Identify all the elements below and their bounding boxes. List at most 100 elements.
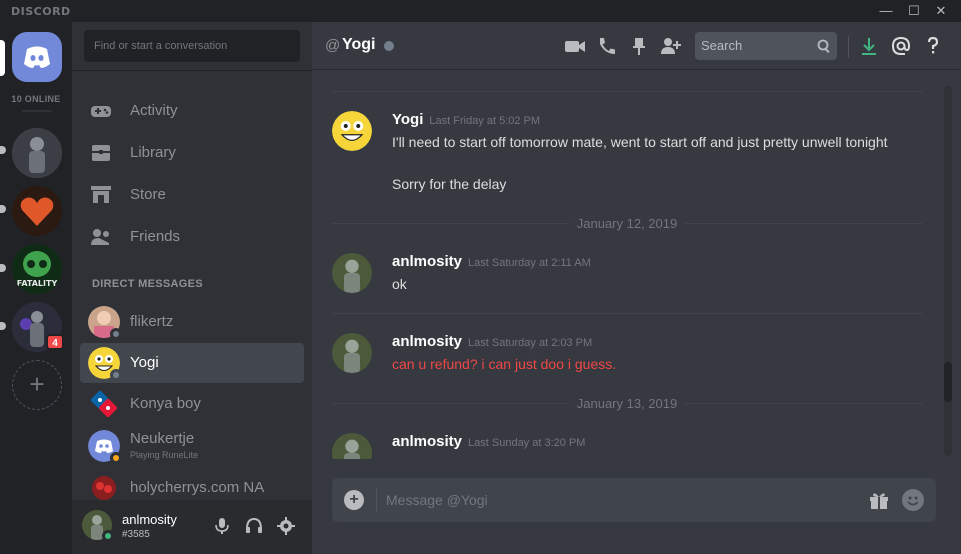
user-panel: anlmosity #3585 bbox=[72, 500, 312, 554]
unread-indicator bbox=[0, 322, 6, 330]
minimize-button[interactable]: — bbox=[876, 3, 896, 19]
app-brand: DISCORD bbox=[11, 5, 71, 18]
headphones-icon[interactable] bbox=[244, 516, 264, 536]
dm-name: flikertz bbox=[130, 313, 174, 330]
upload-plus-icon[interactable]: + bbox=[344, 490, 364, 510]
settings-gear-icon[interactable] bbox=[276, 516, 296, 536]
dm-item-neukertje[interactable]: Neukertje Playing RuneLite bbox=[80, 426, 304, 466]
heart-icon bbox=[12, 186, 62, 236]
pinned-messages-icon[interactable] bbox=[628, 36, 650, 56]
avatar[interactable] bbox=[332, 333, 372, 373]
microphone-icon[interactable] bbox=[212, 516, 232, 536]
avatar[interactable] bbox=[332, 253, 372, 293]
message-divider bbox=[332, 91, 922, 92]
status-indicator bbox=[102, 530, 114, 542]
status-indicator bbox=[110, 369, 122, 381]
date-divider-label: January 12, 2019 bbox=[332, 216, 922, 231]
status-indicator bbox=[110, 328, 122, 340]
author-name: anlmosity bbox=[392, 253, 463, 270]
direct-messages-heading: DIRECT MESSAGES bbox=[92, 278, 203, 290]
home-button[interactable] bbox=[12, 32, 62, 82]
message-text: Sorry for the delay bbox=[392, 176, 507, 192]
nav-friends[interactable]: Friends bbox=[80, 218, 304, 256]
composer-separator bbox=[376, 488, 377, 512]
server-2-heart[interactable] bbox=[12, 186, 62, 236]
user-tag: #3585 bbox=[122, 529, 150, 540]
dm-name: Yogi bbox=[130, 354, 159, 371]
dm-activity: Playing RuneLite bbox=[130, 450, 199, 460]
unread-indicator bbox=[0, 146, 6, 154]
chat-header: @ Yogi Search bbox=[312, 22, 961, 70]
search-icon bbox=[817, 39, 830, 53]
emoji-face-icon bbox=[907, 496, 919, 506]
message-author[interactable]: anlmosity Last Saturday at 2:03 PM bbox=[392, 333, 592, 350]
message-text: ok bbox=[392, 276, 407, 292]
avatar bbox=[88, 388, 120, 420]
message-list: Yogi Last Friday at 5:02 PM I'll need to … bbox=[312, 71, 944, 459]
nav-activity[interactable]: Activity bbox=[80, 92, 304, 130]
status-indicator bbox=[384, 41, 394, 51]
close-button[interactable]: ✕ bbox=[931, 3, 951, 19]
gamepad-icon bbox=[91, 106, 111, 117]
message-author[interactable]: anlmosity Last Saturday at 2:11 AM bbox=[392, 253, 591, 270]
find-conversation-input[interactable]: Find or start a conversation bbox=[84, 30, 300, 62]
dm-panel: Find or start a conversation Activity Li… bbox=[72, 22, 312, 554]
nav-friends-label: Friends bbox=[130, 228, 181, 245]
message-timestamp: Last Saturday at 2:03 PM bbox=[468, 337, 593, 349]
nav-library[interactable]: Library bbox=[80, 134, 304, 172]
server-1-avatar[interactable] bbox=[12, 128, 62, 178]
rail-separator bbox=[22, 110, 52, 112]
dm-item-yogi[interactable]: Yogi bbox=[80, 343, 304, 383]
mentions-icon[interactable] bbox=[890, 36, 912, 56]
status-indicator bbox=[110, 452, 122, 464]
message-timestamp: Last Saturday at 2:11 AM bbox=[468, 257, 591, 269]
dm-item-flikertz[interactable]: flikertz bbox=[80, 302, 304, 342]
add-friend-to-dm-icon[interactable] bbox=[660, 36, 682, 56]
dm-name: holycherrys.com NA bbox=[130, 479, 265, 496]
online-count: 10 ONLINE bbox=[11, 94, 61, 104]
fatality-caption: FATALITY bbox=[17, 279, 58, 288]
avatar[interactable] bbox=[332, 111, 372, 151]
unread-indicator bbox=[0, 205, 6, 213]
dm-item-konya-boy[interactable]: Konya boy bbox=[80, 384, 304, 424]
message-author[interactable]: Yogi Last Friday at 5:02 PM bbox=[392, 111, 540, 128]
message-input[interactable] bbox=[386, 488, 846, 512]
title-bar: DISCORD — ☐ ✕ bbox=[0, 0, 961, 22]
video-call-icon[interactable] bbox=[564, 36, 586, 56]
message-text: I'll need to start off tomorrow mate, we… bbox=[392, 134, 888, 150]
dm-name: Neukertje bbox=[130, 430, 195, 447]
message-timestamp: Last Sunday at 3:20 PM bbox=[468, 437, 586, 449]
chat-area: @ Yogi Search Yogi Last Friday at 5:02 P… bbox=[312, 22, 961, 554]
library-icon bbox=[92, 145, 110, 161]
date-divider: January 13, 2019 bbox=[332, 396, 922, 411]
download-icon[interactable] bbox=[858, 36, 880, 56]
emoji-picker-icon[interactable] bbox=[902, 489, 924, 511]
message-author[interactable]: anlmosity Last Sunday at 3:20 PM bbox=[392, 433, 585, 450]
divider bbox=[72, 70, 312, 71]
avatar[interactable] bbox=[332, 433, 372, 459]
message-text: can u refund? i can just doo i guess. bbox=[392, 356, 617, 372]
help-icon[interactable] bbox=[922, 36, 944, 56]
username: anlmosity bbox=[122, 512, 177, 527]
date-divider: January 12, 2019 bbox=[332, 216, 922, 231]
discord-logo-icon bbox=[24, 46, 50, 68]
mention-badge: 4 bbox=[46, 334, 64, 350]
message-timestamp: Last Friday at 5:02 PM bbox=[429, 115, 541, 127]
scrollbar-thumb[interactable] bbox=[944, 362, 952, 402]
nav-library-label: Library bbox=[130, 144, 176, 161]
server-3-fatality[interactable]: FATALITY bbox=[12, 244, 62, 294]
store-icon bbox=[91, 186, 111, 203]
server-1-image bbox=[12, 128, 62, 178]
maximize-button[interactable]: ☐ bbox=[904, 3, 924, 19]
header-separator bbox=[848, 36, 849, 58]
unread-indicator bbox=[0, 264, 6, 272]
search-input[interactable]: Search bbox=[695, 32, 837, 60]
phone-call-icon[interactable] bbox=[596, 36, 618, 56]
gift-icon[interactable] bbox=[868, 490, 890, 510]
dm-name: Konya boy bbox=[130, 395, 201, 412]
add-server-button[interactable]: + bbox=[12, 360, 62, 410]
discord-app: DISCORD — ☐ ✕ 10 ONLINE FATALITY 4 + Fin… bbox=[0, 0, 961, 554]
message-divider bbox=[332, 313, 922, 314]
friends-icon bbox=[91, 229, 109, 245]
nav-store[interactable]: Store bbox=[80, 176, 304, 214]
